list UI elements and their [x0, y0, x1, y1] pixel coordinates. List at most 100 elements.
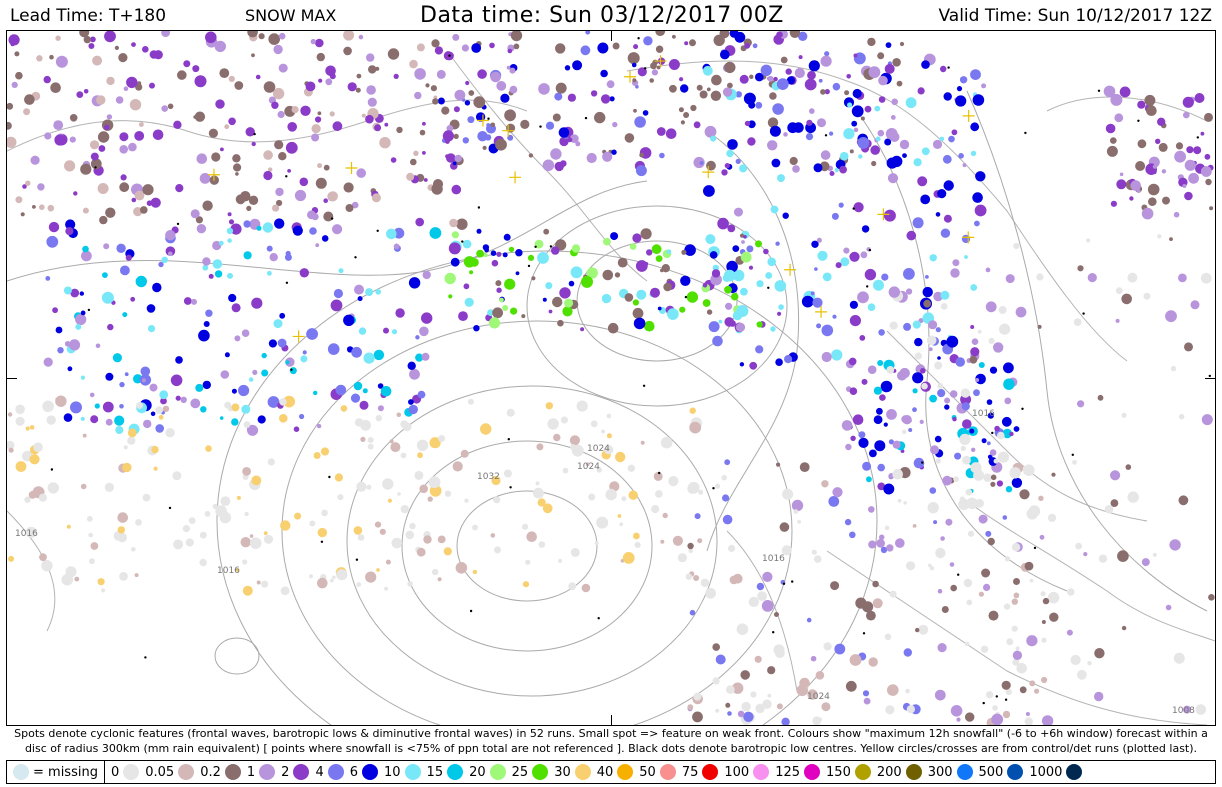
cyclone-spot	[799, 462, 810, 472]
frame-tick-top	[611, 31, 612, 41]
cyclone-spot	[863, 697, 871, 705]
cyclone-spot	[204, 511, 211, 517]
cyclone-spot	[279, 414, 288, 423]
cyclone-spot	[655, 45, 664, 53]
cyclone-spot	[680, 120, 686, 125]
cyclone-spot	[834, 643, 846, 655]
cyclone-spot	[7, 102, 14, 110]
cyclone-spot	[232, 154, 241, 163]
cyclone-spot	[970, 69, 981, 80]
cyclone-spot	[199, 114, 204, 119]
cyclone-spot	[507, 48, 513, 54]
cyclone-spot	[734, 207, 743, 217]
cyclone-spot	[693, 575, 700, 581]
cyclone-spot	[29, 425, 35, 430]
cyclone-spot	[735, 322, 746, 332]
cyclone-spot	[343, 31, 355, 41]
cyclone-spot	[268, 339, 277, 348]
cyclone-spot	[989, 366, 998, 374]
cyclone-spot	[1013, 242, 1020, 250]
cyclone-spot	[1041, 637, 1047, 643]
cyclone-spot	[1103, 85, 1116, 98]
legend-swatch	[293, 764, 310, 780]
cyclone-spot	[1075, 542, 1082, 550]
legend-missing: = missing	[7, 761, 105, 783]
cyclone-spot	[706, 160, 716, 171]
cyclone-spot	[776, 703, 783, 710]
cyclone-spot	[82, 207, 89, 214]
cyclone-spot	[432, 98, 439, 105]
cyclone-spot	[332, 575, 336, 580]
cyclone-spot	[943, 92, 952, 101]
cyclone-spot	[886, 544, 894, 552]
legend-swatch	[362, 764, 378, 780]
cyclone-spot	[575, 141, 581, 147]
cyclone-spot	[972, 94, 985, 106]
cyclone-spot	[921, 147, 930, 156]
legend-swatch	[617, 764, 634, 780]
cyclone-spot	[978, 514, 988, 524]
cyclone-spot	[646, 249, 653, 256]
cyclone-spot	[414, 91, 422, 100]
cyclone-spot	[472, 524, 478, 531]
cyclone-spot	[143, 419, 152, 429]
cyclone-spot	[495, 280, 502, 287]
cyclone-spot	[585, 31, 591, 35]
cyclone-spot	[542, 297, 547, 302]
cyclone-spot	[934, 435, 942, 443]
cyclone-spot	[437, 97, 445, 105]
cyclone-spot	[153, 466, 158, 471]
cyclone-spot	[347, 82, 357, 92]
cyclone-spot	[940, 65, 947, 73]
cyclone-spot	[434, 46, 443, 55]
cyclone-spot	[552, 113, 561, 122]
cyclone-spot	[196, 153, 208, 164]
cyclone-spot	[875, 136, 881, 142]
cyclone-spot	[231, 303, 241, 313]
cyclone-spot	[829, 131, 834, 136]
barotropic-low-dot	[658, 471, 661, 475]
cyclone-spot	[32, 205, 36, 209]
cyclone-spot	[385, 559, 391, 565]
barotropic-low-dot	[1021, 407, 1024, 410]
cyclone-spot	[1016, 662, 1027, 674]
cyclone-spot	[878, 96, 886, 103]
cyclone-spot	[657, 306, 662, 311]
cyclone-spot	[1121, 293, 1132, 305]
cyclone-spot	[903, 268, 915, 280]
cyclone-spot	[1087, 661, 1092, 666]
cyclone-spot	[1110, 499, 1119, 507]
cyclone-spot	[937, 389, 946, 398]
cyclone-spot	[323, 211, 334, 222]
cyclone-spot	[872, 580, 879, 588]
cyclone-spot	[463, 256, 476, 268]
cyclone-spot	[173, 539, 184, 550]
cyclone-spot	[874, 105, 881, 112]
cyclone-spot	[923, 299, 932, 308]
cyclone-spot	[190, 398, 201, 409]
cyclone-spot	[1048, 513, 1057, 522]
cyclone-spot	[727, 139, 738, 150]
cyclone-spot	[849, 300, 859, 309]
cyclone-spot	[251, 53, 255, 58]
cyclone-spot	[97, 578, 105, 586]
cyclone-spot	[315, 116, 322, 123]
cyclone-spot	[551, 246, 560, 255]
cyclone-spot	[79, 291, 85, 296]
cyclone-spot	[774, 280, 787, 292]
cyclone-spot	[438, 435, 446, 442]
barotropic-low-dot	[982, 701, 985, 705]
cyclone-spot	[119, 404, 124, 409]
cyclone-spot	[405, 530, 415, 540]
cyclone-spot	[876, 538, 885, 548]
cyclone-spot	[506, 65, 511, 70]
cyclone-spot	[606, 80, 615, 89]
cyclone-spot	[607, 322, 619, 334]
cyclone-spot	[741, 240, 745, 244]
cyclone-spot	[596, 516, 609, 529]
cyclone-spot	[840, 257, 850, 267]
cyclone-spot	[131, 42, 136, 47]
cyclone-spot	[966, 599, 973, 606]
cyclone-spot	[308, 574, 314, 579]
cyclone-spot	[693, 121, 701, 129]
